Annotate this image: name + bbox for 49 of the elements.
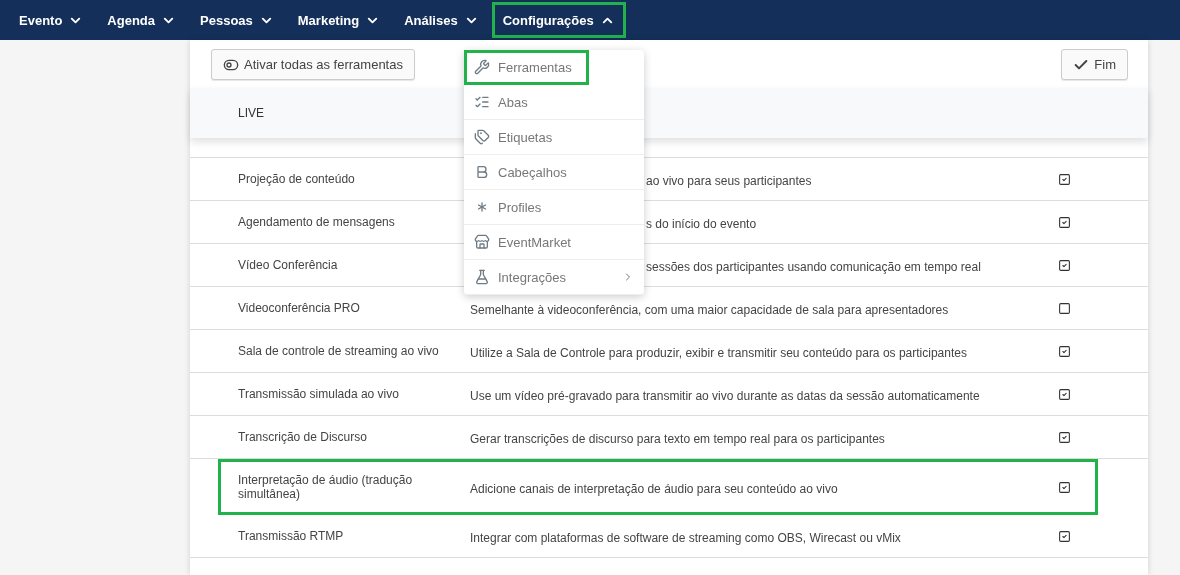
- flask-icon: [474, 269, 490, 285]
- tool-name: Agendamento de mensagens: [238, 215, 396, 229]
- bold-icon: [474, 164, 490, 180]
- checkbox[interactable]: [1058, 480, 1071, 494]
- menu-item[interactable]: Ferramentas: [464, 50, 589, 85]
- toggle-all-button[interactable]: Ativar todas as ferramentas: [211, 49, 415, 80]
- tool-name: Videoconferência PRO: [238, 301, 361, 315]
- tool-description: Gerar transcrições de discurso para texto em tempo real para os participantes: [470, 431, 885, 446]
- checkbox[interactable]: [1058, 387, 1071, 401]
- nav-menu[interactable]: Pessoas: [189, 2, 285, 38]
- menu-item[interactable]: Integrações: [464, 260, 644, 295]
- section-title: LIVE: [238, 106, 264, 120]
- done-button[interactable]: Fim: [1061, 49, 1128, 80]
- checkbox[interactable]: [1058, 430, 1071, 444]
- nav-menu[interactable]: Configurações: [491, 2, 626, 38]
- tool-description: ao vivo para seus participantes: [646, 173, 812, 188]
- menu-item[interactable]: EventMarket: [464, 225, 644, 260]
- tool-name: Transmissão simulada ao vivo: [238, 387, 400, 401]
- tool-description: Semelhante à videoconferência, com uma maior capacidade de sala para apresentadores: [470, 302, 949, 317]
- nav-menu[interactable]: Análises: [393, 2, 490, 38]
- tool-name: Projeção de conteúdo: [238, 172, 356, 186]
- tool-name: Interpretação de áudio (tradução simultânea): [238, 473, 414, 501]
- checkbox[interactable]: [1058, 301, 1071, 315]
- menu-item[interactable]: Etiquetas: [464, 120, 644, 155]
- checkbox[interactable]: [1058, 344, 1071, 358]
- tool-description: Utilize a Sala de Controle para produzir, exibir e transmitir seu conteúdo para os participantes: [470, 345, 967, 360]
- wrench-icon: [474, 59, 490, 75]
- nav-menu[interactable]: Marketing: [286, 2, 392, 38]
- tool-name: Transmissão RTMP: [238, 529, 345, 543]
- tool-description: Adicione canais de interpretação de áudio para seu conteúdo ao vivo: [470, 481, 838, 496]
- nav-menu[interactable]: Evento: [8, 2, 95, 38]
- menu-item[interactable]: Profiles: [464, 190, 644, 225]
- tags-icon: [474, 129, 490, 145]
- menu-item[interactable]: Abas: [464, 85, 644, 120]
- tool-name: Transcrição de Discurso: [238, 430, 368, 444]
- list-icon: [474, 94, 490, 110]
- store-icon: [474, 234, 490, 250]
- checkbox[interactable]: [1058, 172, 1071, 186]
- tool-description: Integrar com plataformas de software de streaming como OBS, Wirecast ou vMix: [470, 530, 901, 545]
- tool-description: Use um vídeo pré-gravado para transmitir ao vivo durante as datas da sessão automaticamente: [470, 388, 980, 403]
- checkbox[interactable]: [1058, 215, 1071, 229]
- tool-name: Vídeo Conferência: [238, 258, 339, 272]
- nav-menu[interactable]: Agenda: [96, 2, 187, 38]
- menu-item[interactable]: Cabeçalhos: [464, 155, 644, 190]
- tool-description: s do início do evento: [646, 216, 757, 231]
- tool-name: Sala de controle de streaming ao vivo: [238, 344, 440, 358]
- checkbox[interactable]: [1058, 529, 1071, 543]
- checkbox[interactable]: [1058, 258, 1071, 272]
- tool-description: sessões dos participantes usando comunicação em tempo real: [646, 259, 981, 274]
